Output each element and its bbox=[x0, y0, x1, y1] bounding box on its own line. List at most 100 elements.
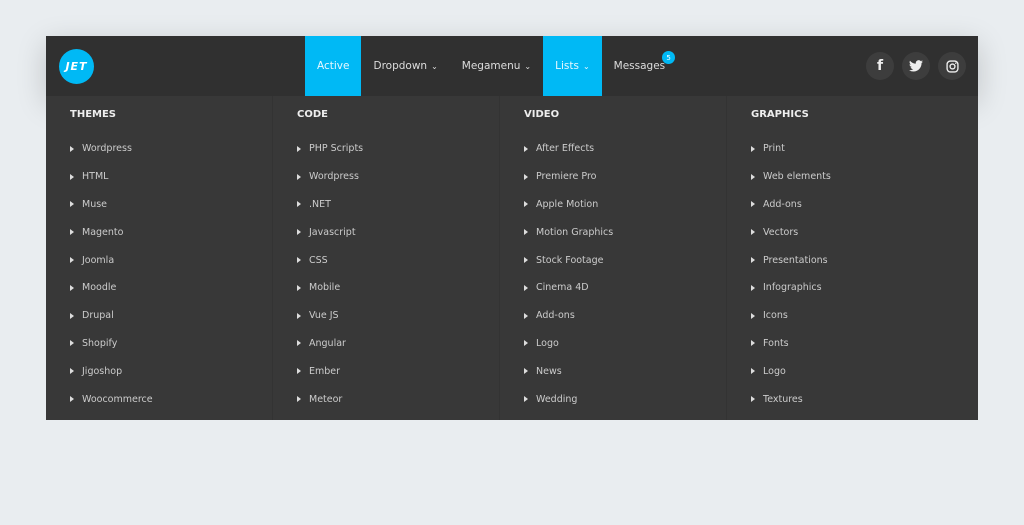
caret-right-icon bbox=[70, 229, 74, 236]
menu-link[interactable]: HTML bbox=[70, 163, 272, 191]
menu-link[interactable]: Shopify bbox=[70, 330, 272, 358]
menu-item-label: Lists bbox=[555, 60, 579, 72]
caret-right-icon bbox=[70, 396, 74, 403]
menu-link[interactable]: Fonts bbox=[751, 330, 954, 358]
menu-link-label: Meteor bbox=[309, 393, 343, 405]
caret-right-icon bbox=[70, 312, 74, 319]
menu-link-label: Stock Footage bbox=[536, 254, 604, 266]
menu-item-label: Active bbox=[317, 60, 350, 72]
menu-link[interactable]: After Effects bbox=[524, 135, 726, 163]
column-title: CODE bbox=[297, 109, 328, 120]
menu-link[interactable]: Angular bbox=[297, 330, 499, 358]
caret-right-icon bbox=[70, 173, 74, 180]
caret-right-icon bbox=[297, 396, 301, 403]
menu-link[interactable]: Infographics bbox=[751, 274, 954, 302]
megamenu-column-code: CODE PHP Scripts Wordpress .NET Javascript CS… bbox=[273, 96, 500, 420]
caret-right-icon bbox=[524, 312, 528, 319]
menu-item-messages[interactable]: Messages 5 bbox=[602, 36, 678, 96]
logo[interactable]: JET bbox=[59, 49, 94, 84]
menu-link-label: Drupal bbox=[82, 310, 114, 322]
caret-right-icon bbox=[751, 340, 755, 347]
menu-item-label: Messages bbox=[613, 60, 666, 72]
menu-link[interactable]: Mobile bbox=[297, 274, 499, 302]
menu-link[interactable]: Vue JS bbox=[297, 302, 499, 330]
menu-link[interactable]: Stock Footage bbox=[524, 246, 726, 274]
caret-right-icon bbox=[524, 396, 528, 403]
menu-link-label: Presentations bbox=[763, 254, 828, 266]
menu-link-label: Cinema 4D bbox=[536, 282, 589, 294]
menu-link-label: Print bbox=[763, 143, 785, 155]
menu-link-label: Fonts bbox=[763, 337, 789, 349]
twitter-icon[interactable] bbox=[902, 52, 930, 80]
menu-link-label: CSS bbox=[309, 254, 328, 266]
menu-link[interactable]: Wedding bbox=[524, 385, 726, 413]
menu-link[interactable]: Joomla bbox=[70, 246, 272, 274]
caret-right-icon bbox=[524, 173, 528, 180]
navbar: JET Active Dropdown ⌄ Megamenu ⌄ Lists ⌄ Messag… bbox=[46, 36, 978, 96]
menu-link[interactable]: Logo bbox=[524, 330, 726, 358]
menu-item-active[interactable]: Active bbox=[305, 36, 362, 96]
menu-link-label: Add-ons bbox=[763, 198, 802, 210]
menu-link[interactable]: CSS bbox=[297, 246, 499, 274]
menu-item-dropdown[interactable]: Dropdown ⌄ bbox=[361, 36, 449, 96]
menu-link-label: Motion Graphics bbox=[536, 226, 614, 238]
caret-right-icon bbox=[751, 312, 755, 319]
caret-right-icon bbox=[70, 201, 74, 208]
caret-right-icon bbox=[751, 284, 755, 291]
menu-link[interactable]: Jigoshop bbox=[70, 357, 272, 385]
facebook-icon[interactable]: f bbox=[866, 52, 894, 80]
menu-link-label: Wedding bbox=[536, 393, 578, 405]
menu-link-label: Wordpress bbox=[82, 143, 132, 155]
menu-link[interactable]: Ember bbox=[297, 357, 499, 385]
menu-link[interactable]: Muse bbox=[70, 191, 272, 219]
menu-link[interactable]: Vectors bbox=[751, 218, 954, 246]
menu-link[interactable]: Wordpress bbox=[70, 135, 272, 163]
menu-link[interactable]: Apple Motion bbox=[524, 191, 726, 219]
caret-right-icon bbox=[751, 173, 755, 180]
caret-right-icon bbox=[70, 257, 74, 264]
caret-right-icon bbox=[297, 257, 301, 264]
menu-link[interactable]: .NET bbox=[297, 191, 499, 219]
menu-link-label: Infographics bbox=[763, 282, 822, 294]
menu-link[interactable]: Premiere Pro bbox=[524, 163, 726, 191]
instagram-icon[interactable] bbox=[938, 52, 966, 80]
menu-link[interactable]: Add-ons bbox=[524, 302, 726, 330]
menu-link[interactable]: News bbox=[524, 357, 726, 385]
caret-right-icon bbox=[297, 368, 301, 375]
menu-link[interactable]: Wordpress bbox=[297, 163, 499, 191]
menu-link[interactable]: Javascript bbox=[297, 218, 499, 246]
menu-link-label: Wordpress bbox=[309, 171, 359, 183]
caret-right-icon bbox=[524, 229, 528, 236]
menu-link-label: Joomla bbox=[82, 254, 115, 266]
caret-right-icon bbox=[70, 368, 74, 375]
menu-link[interactable]: Textures bbox=[751, 385, 954, 413]
menu-link[interactable]: Presentations bbox=[751, 246, 954, 274]
menu-link[interactable]: Magento bbox=[70, 218, 272, 246]
caret-right-icon bbox=[751, 229, 755, 236]
menu-link[interactable]: Web elements bbox=[751, 163, 954, 191]
menu-link[interactable]: Drupal bbox=[70, 302, 272, 330]
menu-link[interactable]: Print bbox=[751, 135, 954, 163]
menu-link[interactable]: Logo bbox=[751, 357, 954, 385]
caret-right-icon bbox=[297, 284, 301, 291]
menu-item-megamenu[interactable]: Megamenu ⌄ bbox=[450, 36, 543, 96]
menu-link[interactable]: Moodle bbox=[70, 274, 272, 302]
menu-link[interactable]: Woocommerce bbox=[70, 385, 272, 413]
caret-right-icon bbox=[297, 312, 301, 319]
menu-link[interactable]: PHP Scripts bbox=[297, 135, 499, 163]
menu-link-label: Add-ons bbox=[536, 310, 575, 322]
menu-item-lists[interactable]: Lists ⌄ bbox=[543, 36, 602, 96]
caret-right-icon bbox=[524, 145, 528, 152]
menu-link[interactable]: Icons bbox=[751, 302, 954, 330]
menu-link[interactable]: Motion Graphics bbox=[524, 218, 726, 246]
menu-link[interactable]: Add-ons bbox=[751, 191, 954, 219]
menu-link[interactable]: Meteor bbox=[297, 385, 499, 413]
caret-right-icon bbox=[524, 284, 528, 291]
menu-link[interactable]: Cinema 4D bbox=[524, 274, 726, 302]
menu-link-label: Shopify bbox=[82, 337, 118, 349]
chevron-down-icon: ⌄ bbox=[431, 61, 438, 71]
menu-link-label: Textures bbox=[763, 393, 803, 405]
column-title: THEMES bbox=[70, 109, 117, 120]
menu-link-label: Ember bbox=[309, 365, 341, 377]
caret-right-icon bbox=[751, 257, 755, 264]
